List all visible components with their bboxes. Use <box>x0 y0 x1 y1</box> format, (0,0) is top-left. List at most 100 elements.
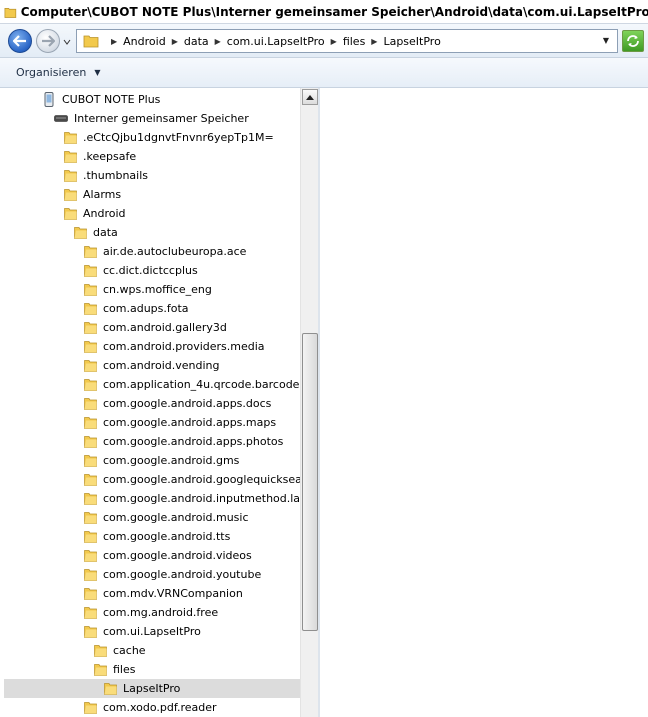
tree-item-label: com.google.android.videos <box>103 549 252 562</box>
tree-item[interactable]: files <box>94 660 135 679</box>
tree-item[interactable]: cc.dict.dictccplus <box>84 261 198 280</box>
address-dropdown-icon[interactable]: ▼ <box>603 36 609 45</box>
folder-icon <box>84 531 97 543</box>
tree-item-label: cache <box>113 644 146 657</box>
tree-item-label: com.xodo.pdf.reader <box>103 701 217 714</box>
folder-icon <box>94 664 107 676</box>
folder-icon <box>84 265 97 277</box>
tree-item[interactable]: LapseItPro <box>4 679 300 698</box>
tree-item[interactable]: cn.wps.moffice_eng <box>84 280 212 299</box>
folder-icon <box>94 645 107 657</box>
tree-item-label: Android <box>83 207 126 220</box>
tree-item-label: com.google.android.youtube <box>103 568 262 581</box>
tree-item-label: CUBOT NOTE Plus <box>62 93 161 106</box>
tree-item[interactable]: com.google.android.apps.maps <box>84 413 276 432</box>
organize-label: Organisieren <box>16 66 87 79</box>
tree-item[interactable]: com.mg.android.free <box>84 603 218 622</box>
tree-item[interactable]: com.android.providers.media <box>84 337 265 356</box>
folder-icon <box>64 151 77 163</box>
tree-item-label: com.google.android.tts <box>103 530 231 543</box>
tree-item[interactable]: Android <box>64 204 126 223</box>
folder-icon <box>84 626 97 638</box>
tree-item[interactable]: com.android.gallery3d <box>84 318 227 337</box>
tree-item[interactable]: data <box>74 223 118 242</box>
address-bar[interactable]: ▶ Android ▶ data ▶ com.ui.LapseItPro ▶ f… <box>76 29 618 53</box>
navigation-bar: ▶ Android ▶ data ▶ com.ui.LapseItPro ▶ f… <box>0 24 648 58</box>
tree-item[interactable]: com.google.android.tts <box>84 527 230 546</box>
forward-button[interactable] <box>36 29 60 53</box>
tree-item[interactable]: .eCtcQjbu1dgnvtFnvnr6yepTp1M= <box>64 128 274 147</box>
folder-icon <box>84 588 97 600</box>
tree-item[interactable]: .thumbnails <box>64 166 148 185</box>
tree-item-label: .keepsafe <box>83 150 137 163</box>
tree-item-label: cn.wps.moffice_eng <box>103 283 212 296</box>
tree-item[interactable]: com.adups.fota <box>84 299 189 318</box>
folder-icon <box>84 246 97 258</box>
tree-item[interactable]: com.google.android.apps.photos <box>84 432 283 451</box>
file-list-pane[interactable] <box>320 88 648 717</box>
tree-item[interactable]: com.google.android.apps.docs <box>84 394 271 413</box>
recent-pages-dropdown-icon[interactable] <box>63 38 71 46</box>
refresh-button[interactable] <box>622 30 644 52</box>
folder-icon <box>84 493 97 505</box>
tree-item[interactable]: Alarms <box>64 185 121 204</box>
navigation-tree: CUBOT NOTE Plus Interner gemeinsamer Spe… <box>0 88 300 717</box>
tree-scrollbar[interactable] <box>300 88 318 717</box>
folder-icon <box>64 208 77 220</box>
tree-item-label: com.ui.LapseItPro <box>103 625 201 638</box>
tree-item-label: com.android.providers.media <box>103 340 265 353</box>
tree-item[interactable]: com.google.android.youtube <box>84 565 261 584</box>
tree-item-label: com.mdv.VRNCompanion <box>103 587 243 600</box>
tree-item-label: LapseItPro <box>123 682 181 695</box>
tree-item[interactable]: com.google.android.inputmethod.latin <box>84 489 300 508</box>
tree-item[interactable]: com.mdv.VRNCompanion <box>84 584 243 603</box>
breadcrumb-separator-icon[interactable]: ▶ <box>172 37 178 46</box>
tree-item-label: .thumbnails <box>83 169 149 182</box>
folder-icon <box>64 132 77 144</box>
window-titlebar: Computer\CUBOT NOTE Plus\Interner gemein… <box>0 0 648 24</box>
tree-item[interactable]: com.ui.LapseItPro <box>84 622 201 641</box>
tree-item-label: com.android.gallery3d <box>103 321 227 334</box>
tree-item[interactable]: com.google.android.googlequicksearchbox <box>84 470 300 489</box>
breadcrumb-separator-icon[interactable]: ▶ <box>111 37 117 46</box>
folder-icon <box>84 455 97 467</box>
chevron-down-icon: ▼ <box>94 68 101 77</box>
breadcrumb-separator-icon[interactable]: ▶ <box>331 37 337 46</box>
breadcrumb-files[interactable]: files <box>343 35 365 48</box>
tree-item[interactable]: com.google.android.videos <box>84 546 252 565</box>
back-arrow-icon <box>13 35 26 47</box>
chevron-up-icon <box>306 94 314 100</box>
scroll-up-button[interactable] <box>302 89 318 105</box>
tree-item-label: com.google.android.apps.maps <box>103 416 277 429</box>
tree-item[interactable]: com.xodo.pdf.reader <box>84 698 217 717</box>
tree-item-label: com.google.android.gms <box>103 454 240 467</box>
back-button[interactable] <box>8 29 32 53</box>
breadcrumb-separator-icon[interactable]: ▶ <box>371 37 377 46</box>
tree-item-label: com.adups.fota <box>103 302 189 315</box>
folder-icon <box>84 512 97 524</box>
tree-item-label: com.mg.android.free <box>103 606 219 619</box>
tree-item[interactable]: com.application_4u.qrcode.barcode.scan <box>84 375 300 394</box>
tree-item-device[interactable]: CUBOT NOTE Plus <box>44 90 160 109</box>
organize-button[interactable]: Organisieren ▼ <box>16 66 100 79</box>
tree-item[interactable]: .keepsafe <box>64 147 136 166</box>
tree-item[interactable]: air.de.autoclubeuropa.ace <box>84 242 246 261</box>
breadcrumb-lapseitpro-package[interactable]: com.ui.LapseItPro <box>227 35 325 48</box>
scrollbar-thumb[interactable] <box>302 333 318 631</box>
breadcrumb-lapseitpro[interactable]: LapseItPro <box>383 35 440 48</box>
tree-item[interactable]: com.android.vending <box>84 356 219 375</box>
breadcrumb-separator-icon[interactable]: ▶ <box>215 37 221 46</box>
tree-item[interactable]: com.google.android.music <box>84 508 249 527</box>
tree-item-storage[interactable]: Interner gemeinsamer Speicher <box>54 109 249 128</box>
tree-item[interactable]: cache <box>94 641 146 660</box>
tree-item-label: com.google.android.apps.photos <box>103 435 284 448</box>
phone-icon <box>44 92 54 107</box>
command-toolbar: Organisieren ▼ <box>0 58 648 88</box>
drive-icon <box>54 115 68 122</box>
folder-icon <box>84 379 97 391</box>
breadcrumb-data[interactable]: data <box>184 35 209 48</box>
breadcrumb-android[interactable]: Android <box>123 35 166 48</box>
tree-item[interactable]: com.google.android.gms <box>84 451 239 470</box>
tree-item-label: Alarms <box>83 188 122 201</box>
folder-icon <box>84 398 97 410</box>
